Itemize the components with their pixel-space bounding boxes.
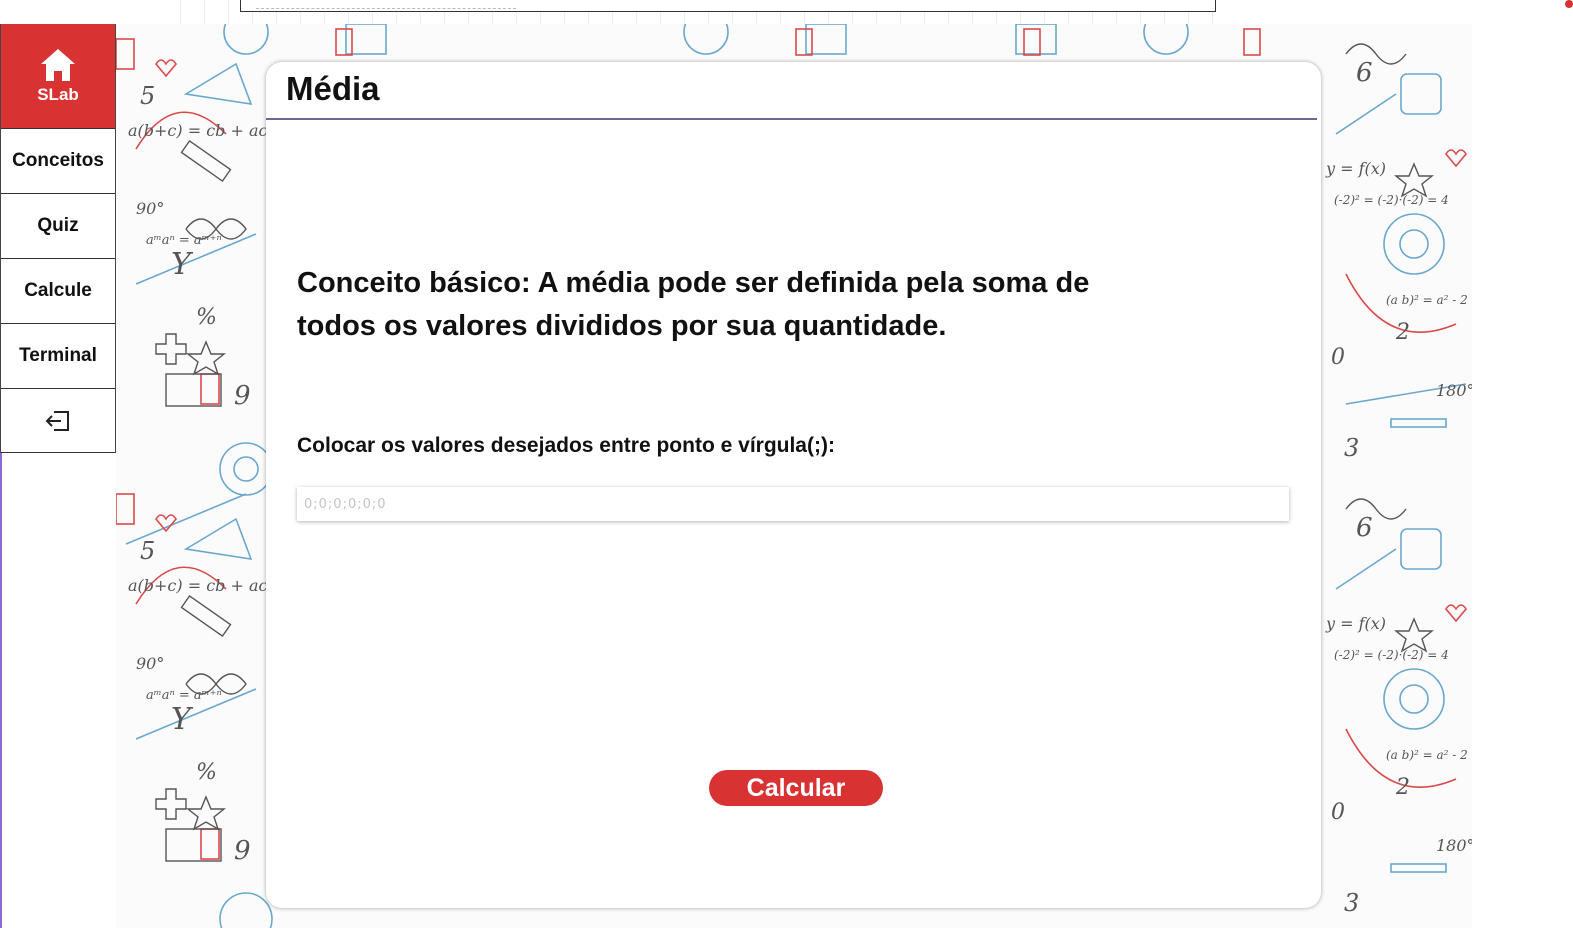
- svg-text:y = f(x): y = f(x): [1325, 614, 1386, 633]
- calculate-button[interactable]: Calcular: [709, 770, 883, 806]
- svg-text:%: %: [196, 760, 217, 785]
- svg-text:3: 3: [1344, 434, 1359, 462]
- top-strip: [116, 0, 1472, 24]
- svg-text:3: 3: [1344, 889, 1359, 917]
- values-input[interactable]: [297, 487, 1289, 521]
- svg-text:Y: Y: [171, 247, 194, 282]
- svg-text:180°: 180°: [1436, 836, 1472, 855]
- sidebar-item-calcule[interactable]: Calcule: [1, 258, 115, 323]
- svg-text:9: 9: [234, 836, 251, 866]
- input-instructions: Colocar os valores desejados entre ponto…: [297, 434, 835, 457]
- media-card: Média Conceito básico: A média pode ser …: [266, 62, 1321, 908]
- sidebar-item-quiz[interactable]: Quiz: [1, 193, 115, 258]
- svg-text:5: 5: [140, 537, 155, 565]
- concept-text: Conceito básico: A média pode ser defini…: [297, 267, 1090, 342]
- svg-text:a(b+c) = cb + ac: a(b+c) = cb + ac: [128, 576, 268, 595]
- sidebar-logout-button[interactable]: [1, 388, 115, 453]
- svg-text:(-2)² = (-2)·(-2) = 4: (-2)² = (-2)·(-2) = 4: [1334, 648, 1449, 662]
- svg-text:(a b)² = a² - 2: (a b)² = a² - 2: [1386, 748, 1468, 762]
- svg-text:(-2)² = (-2)·(-2) = 4: (-2)² = (-2)·(-2) = 4: [1334, 193, 1449, 207]
- svg-text:(a b)² = a² - 2: (a b)² = a² - 2: [1386, 293, 1468, 307]
- svg-text:2: 2: [1395, 775, 1410, 800]
- svg-text:9: 9: [234, 381, 251, 411]
- title-divider: [266, 118, 1317, 120]
- sidebar-item-terminal[interactable]: Terminal: [1, 323, 115, 388]
- svg-text:6: 6: [1356, 513, 1373, 543]
- top-stray-line: [256, 8, 516, 14]
- status-dot: [1565, 0, 1573, 8]
- svg-text:90°: 90°: [136, 654, 164, 673]
- svg-text:0: 0: [1331, 800, 1345, 825]
- sidebar-item-conceitos[interactable]: Conceitos: [1, 128, 115, 193]
- window-edge: [0, 452, 2, 928]
- svg-text:90°: 90°: [136, 199, 164, 218]
- svg-text:aᵐaⁿ = aᵐ⁺ⁿ: aᵐaⁿ = aᵐ⁺ⁿ: [146, 688, 222, 703]
- svg-text:%: %: [196, 305, 217, 330]
- svg-text:Y: Y: [171, 702, 194, 737]
- page-title: Média: [286, 70, 380, 107]
- svg-text:y = f(x): y = f(x): [1325, 159, 1386, 178]
- svg-text:a(b+c) = cb + ac: a(b+c) = cb + ac: [128, 121, 268, 140]
- logout-icon: [45, 410, 69, 431]
- svg-text:aᵐaⁿ = aᵐ⁺ⁿ: aᵐaⁿ = aᵐ⁺ⁿ: [146, 233, 222, 248]
- home-label: SLab: [37, 85, 79, 104]
- home-icon: [41, 49, 75, 81]
- page-margin: [1472, 0, 1573, 928]
- sidebar: SLab Conceitos Quiz Calcule Terminal: [0, 24, 116, 453]
- svg-text:2: 2: [1395, 320, 1410, 345]
- sidebar-home-button[interactable]: SLab: [1, 24, 115, 128]
- svg-text:0: 0: [1331, 345, 1345, 370]
- svg-text:180°: 180°: [1436, 381, 1472, 400]
- svg-text:5: 5: [140, 82, 155, 110]
- svg-text:6: 6: [1356, 58, 1373, 88]
